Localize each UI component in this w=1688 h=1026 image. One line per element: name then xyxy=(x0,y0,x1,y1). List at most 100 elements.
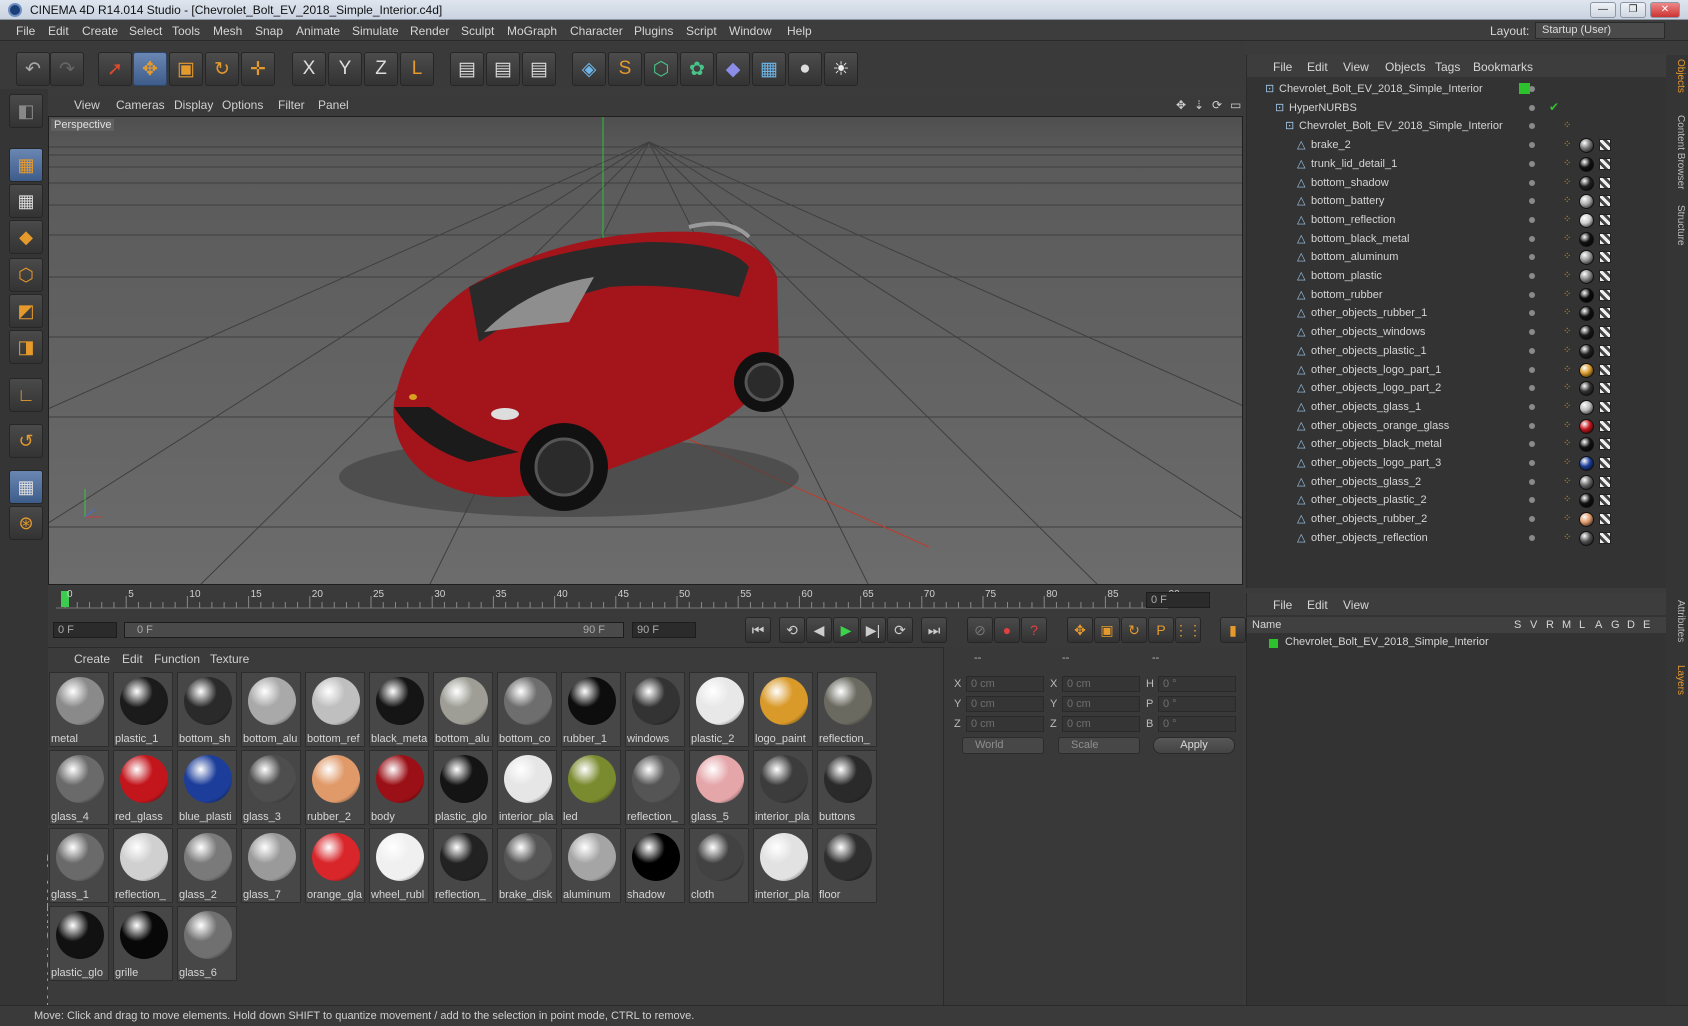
material-tag-icon[interactable] xyxy=(1579,474,1594,490)
menu-select[interactable]: Select xyxy=(129,24,162,38)
texture-tag-icon[interactable] xyxy=(1599,513,1611,526)
material-swatch[interactable]: interior_pla xyxy=(497,750,557,825)
menu-file[interactable]: File xyxy=(16,24,35,38)
phong-tag-icon[interactable]: ⁘ xyxy=(1563,364,1571,375)
texture-mode-icon[interactable]: ▦ xyxy=(9,184,43,218)
texture-tag-icon[interactable] xyxy=(1599,195,1611,208)
layer-menu-edit[interactable]: Edit xyxy=(1307,598,1328,612)
timeline-ruler[interactable]: 051015202530354045505560657075808590 0 F xyxy=(48,588,1243,613)
layer-col-r[interactable]: R xyxy=(1546,619,1554,631)
material-swatch[interactable]: led xyxy=(561,750,621,825)
editor-visibility-dot[interactable] xyxy=(1529,516,1535,523)
key-scale-icon[interactable]: ▣ xyxy=(1094,617,1120,643)
move-tool-icon[interactable]: ✥ xyxy=(133,52,167,86)
object-menu-tags[interactable]: Tags xyxy=(1435,60,1460,74)
menu-edit[interactable]: Edit xyxy=(48,24,69,38)
material-swatch[interactable]: bottom_co xyxy=(497,672,557,747)
material-swatch[interactable]: glass_2 xyxy=(177,828,237,903)
material-swatch[interactable]: plastic_1 xyxy=(113,672,173,747)
material-tag-icon[interactable] xyxy=(1579,306,1594,322)
size-z-field[interactable]: 0 cm xyxy=(1062,716,1140,732)
texture-tag-icon[interactable] xyxy=(1599,326,1611,339)
material-tag-icon[interactable] xyxy=(1579,325,1594,341)
object-row[interactable]: △ other_objects_orange_glass ⁘ xyxy=(1247,416,1643,436)
editor-visibility-dot[interactable] xyxy=(1529,104,1535,111)
rot-b-field[interactable]: 0 ° xyxy=(1158,716,1236,732)
material-tag-icon[interactable] xyxy=(1579,212,1594,228)
recent-tool-icon[interactable]: ✛ xyxy=(241,52,275,86)
texture-tag-icon[interactable] xyxy=(1599,288,1611,301)
phong-tag-icon[interactable]: ⁘ xyxy=(1563,513,1571,524)
object-row[interactable]: △ bottom_shadow ⁘ xyxy=(1247,173,1643,193)
material-swatch[interactable]: interior_pla xyxy=(753,750,813,825)
layer-col-g[interactable]: G xyxy=(1611,619,1620,631)
material-swatch[interactable]: bottom_sh xyxy=(177,672,237,747)
layer-row[interactable]: Chevrolet_Bolt_EV_2018_Simple_Interior xyxy=(1247,634,1667,652)
layer-menu-file[interactable]: File xyxy=(1273,598,1292,612)
object-row[interactable]: ⊡ Chevrolet_Bolt_EV_2018_Simple_Interior ⁘ xyxy=(1247,116,1643,136)
material-swatch[interactable]: aluminum xyxy=(561,828,621,903)
material-swatch[interactable]: reflection_ xyxy=(433,828,493,903)
goto-start-icon[interactable]: ⏮ xyxy=(745,617,771,643)
material-tag-icon[interactable] xyxy=(1579,456,1594,471)
material-swatch[interactable]: metal xyxy=(49,672,109,747)
phong-tag-icon[interactable]: ⁘ xyxy=(1563,401,1571,412)
size-x-field[interactable]: 0 cm xyxy=(1062,676,1140,692)
tweak-mode-icon[interactable]: ↺ xyxy=(9,424,43,458)
material-tag-icon[interactable] xyxy=(1579,175,1594,191)
material-tag-icon[interactable] xyxy=(1579,269,1594,284)
object-row[interactable]: △ bottom_reflection ⁘ xyxy=(1247,210,1643,230)
menu-plugins[interactable]: Plugins xyxy=(634,24,673,38)
texture-tag-icon[interactable] xyxy=(1599,232,1611,245)
maximize-button[interactable]: ❐ xyxy=(1620,2,1646,18)
material-swatch[interactable]: black_meta xyxy=(369,672,429,747)
undo-icon[interactable]: ↶ xyxy=(16,52,50,86)
layer-col-d[interactable]: D xyxy=(1627,619,1635,631)
material-swatch[interactable]: glass_6 xyxy=(177,906,237,981)
key-parameter-icon[interactable]: P xyxy=(1148,617,1174,643)
object-row[interactable]: △ bottom_plastic ⁘ xyxy=(1247,266,1643,286)
texture-tag-icon[interactable] xyxy=(1599,382,1611,395)
material-swatch[interactable]: windows xyxy=(625,672,685,747)
layer-color-tag[interactable] xyxy=(1519,83,1530,94)
size-y-field[interactable]: 0 cm xyxy=(1062,696,1140,712)
menu-character[interactable]: Character xyxy=(570,24,623,38)
locked-workplane-icon[interactable]: ⊛ xyxy=(9,506,43,540)
object-row[interactable]: △ other_objects_logo_part_2 ⁘ xyxy=(1247,378,1643,398)
material-tag-icon[interactable] xyxy=(1579,231,1594,247)
material-swatch[interactable]: wheel_rubl xyxy=(369,828,429,903)
texture-tag-icon[interactable] xyxy=(1599,475,1611,488)
end-frame-field[interactable]: 90 F xyxy=(632,622,696,638)
editor-visibility-dot[interactable] xyxy=(1529,254,1535,261)
object-menu-edit[interactable]: Edit xyxy=(1307,60,1328,74)
object-row[interactable]: △ other_objects_reflection ⁘ xyxy=(1247,528,1643,548)
object-row[interactable]: △ other_objects_glass_2 ⁘ xyxy=(1247,472,1643,492)
viewport-zoom-icon[interactable]: ⇣ xyxy=(1194,98,1204,112)
editor-visibility-dot[interactable] xyxy=(1529,329,1535,336)
layout-dropdown[interactable]: Startup (User) xyxy=(1535,22,1665,39)
key-rotation-icon[interactable]: ↻ xyxy=(1121,617,1147,643)
tab-attributes[interactable]: Attributes xyxy=(1668,600,1686,642)
editor-visibility-dot[interactable] xyxy=(1529,422,1535,429)
viewport-menu-panel[interactable]: Panel xyxy=(318,98,349,112)
editor-visibility-dot[interactable] xyxy=(1529,385,1535,392)
material-menu-edit[interactable]: Edit xyxy=(122,652,143,666)
object-menu-file[interactable]: File xyxy=(1273,60,1292,74)
material-swatch[interactable]: shadow xyxy=(625,828,685,903)
object-row[interactable]: △ other_objects_logo_part_3 ⁘ xyxy=(1247,453,1643,473)
material-tag-icon[interactable] xyxy=(1579,250,1594,266)
editor-visibility-dot[interactable] xyxy=(1529,534,1535,541)
car-model[interactable] xyxy=(339,221,799,517)
texture-tag-icon[interactable] xyxy=(1599,251,1611,264)
editor-visibility-dot[interactable] xyxy=(1529,198,1535,205)
material-swatch[interactable]: reflection_ xyxy=(625,750,685,825)
object-row[interactable]: △ trunk_lid_detail_1 ⁘ xyxy=(1247,154,1643,174)
close-button[interactable]: ✕ xyxy=(1650,2,1680,18)
phong-tag-icon[interactable]: ⁘ xyxy=(1563,120,1571,131)
editor-visibility-dot[interactable] xyxy=(1529,179,1535,186)
material-swatch[interactable]: buttons xyxy=(817,750,877,825)
editor-visibility-dot[interactable] xyxy=(1529,273,1535,279)
menu-sculpt[interactable]: Sculpt xyxy=(461,24,494,38)
layer-col-m[interactable]: M xyxy=(1562,619,1571,631)
start-frame-field[interactable]: 0 F xyxy=(53,622,117,638)
